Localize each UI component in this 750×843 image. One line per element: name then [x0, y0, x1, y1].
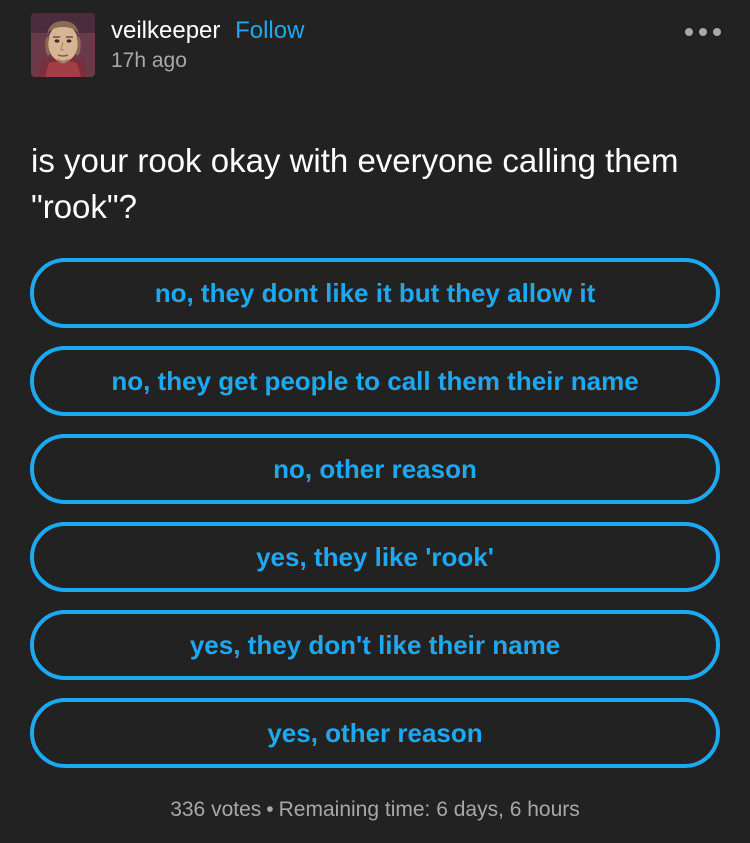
- more-options-icon[interactable]: [685, 27, 721, 37]
- post-header: veilkeeper Follow 17h ago: [31, 13, 721, 77]
- remaining-time: Remaining time: 6 days, 6 hours: [278, 798, 580, 821]
- separator-dot: •: [266, 798, 274, 821]
- author-username[interactable]: veilkeeper: [111, 17, 220, 44]
- poll-option-button[interactable]: yes, they don't like their name: [30, 610, 720, 680]
- poll-footer: 336 votes • Remaining time: 6 days, 6 hour…: [0, 797, 750, 823]
- avatar[interactable]: [31, 13, 95, 77]
- poll-option-button[interactable]: yes, other reason: [30, 698, 720, 768]
- poll-option-button[interactable]: yes, they like 'rook': [30, 522, 720, 592]
- follow-button[interactable]: Follow: [235, 17, 304, 44]
- menu-dot: [699, 28, 707, 36]
- poll-option-button[interactable]: no, other reason: [30, 434, 720, 504]
- poll-option-button[interactable]: no, they dont like it but they allow it: [30, 258, 720, 328]
- author-line: veilkeeper Follow: [111, 17, 304, 45]
- post-timestamp: 17h ago: [111, 49, 187, 72]
- vote-count: 336 votes: [170, 798, 262, 821]
- character-portrait-avatar-icon: [31, 13, 95, 77]
- menu-dot: [713, 28, 721, 36]
- menu-dot: [685, 28, 693, 36]
- poll-option-button[interactable]: no, they get people to call them their n…: [30, 346, 720, 416]
- poll-question: is your rook okay with everyone calling …: [31, 142, 679, 225]
- poll-options: no, they dont like it but they allow it …: [30, 258, 720, 786]
